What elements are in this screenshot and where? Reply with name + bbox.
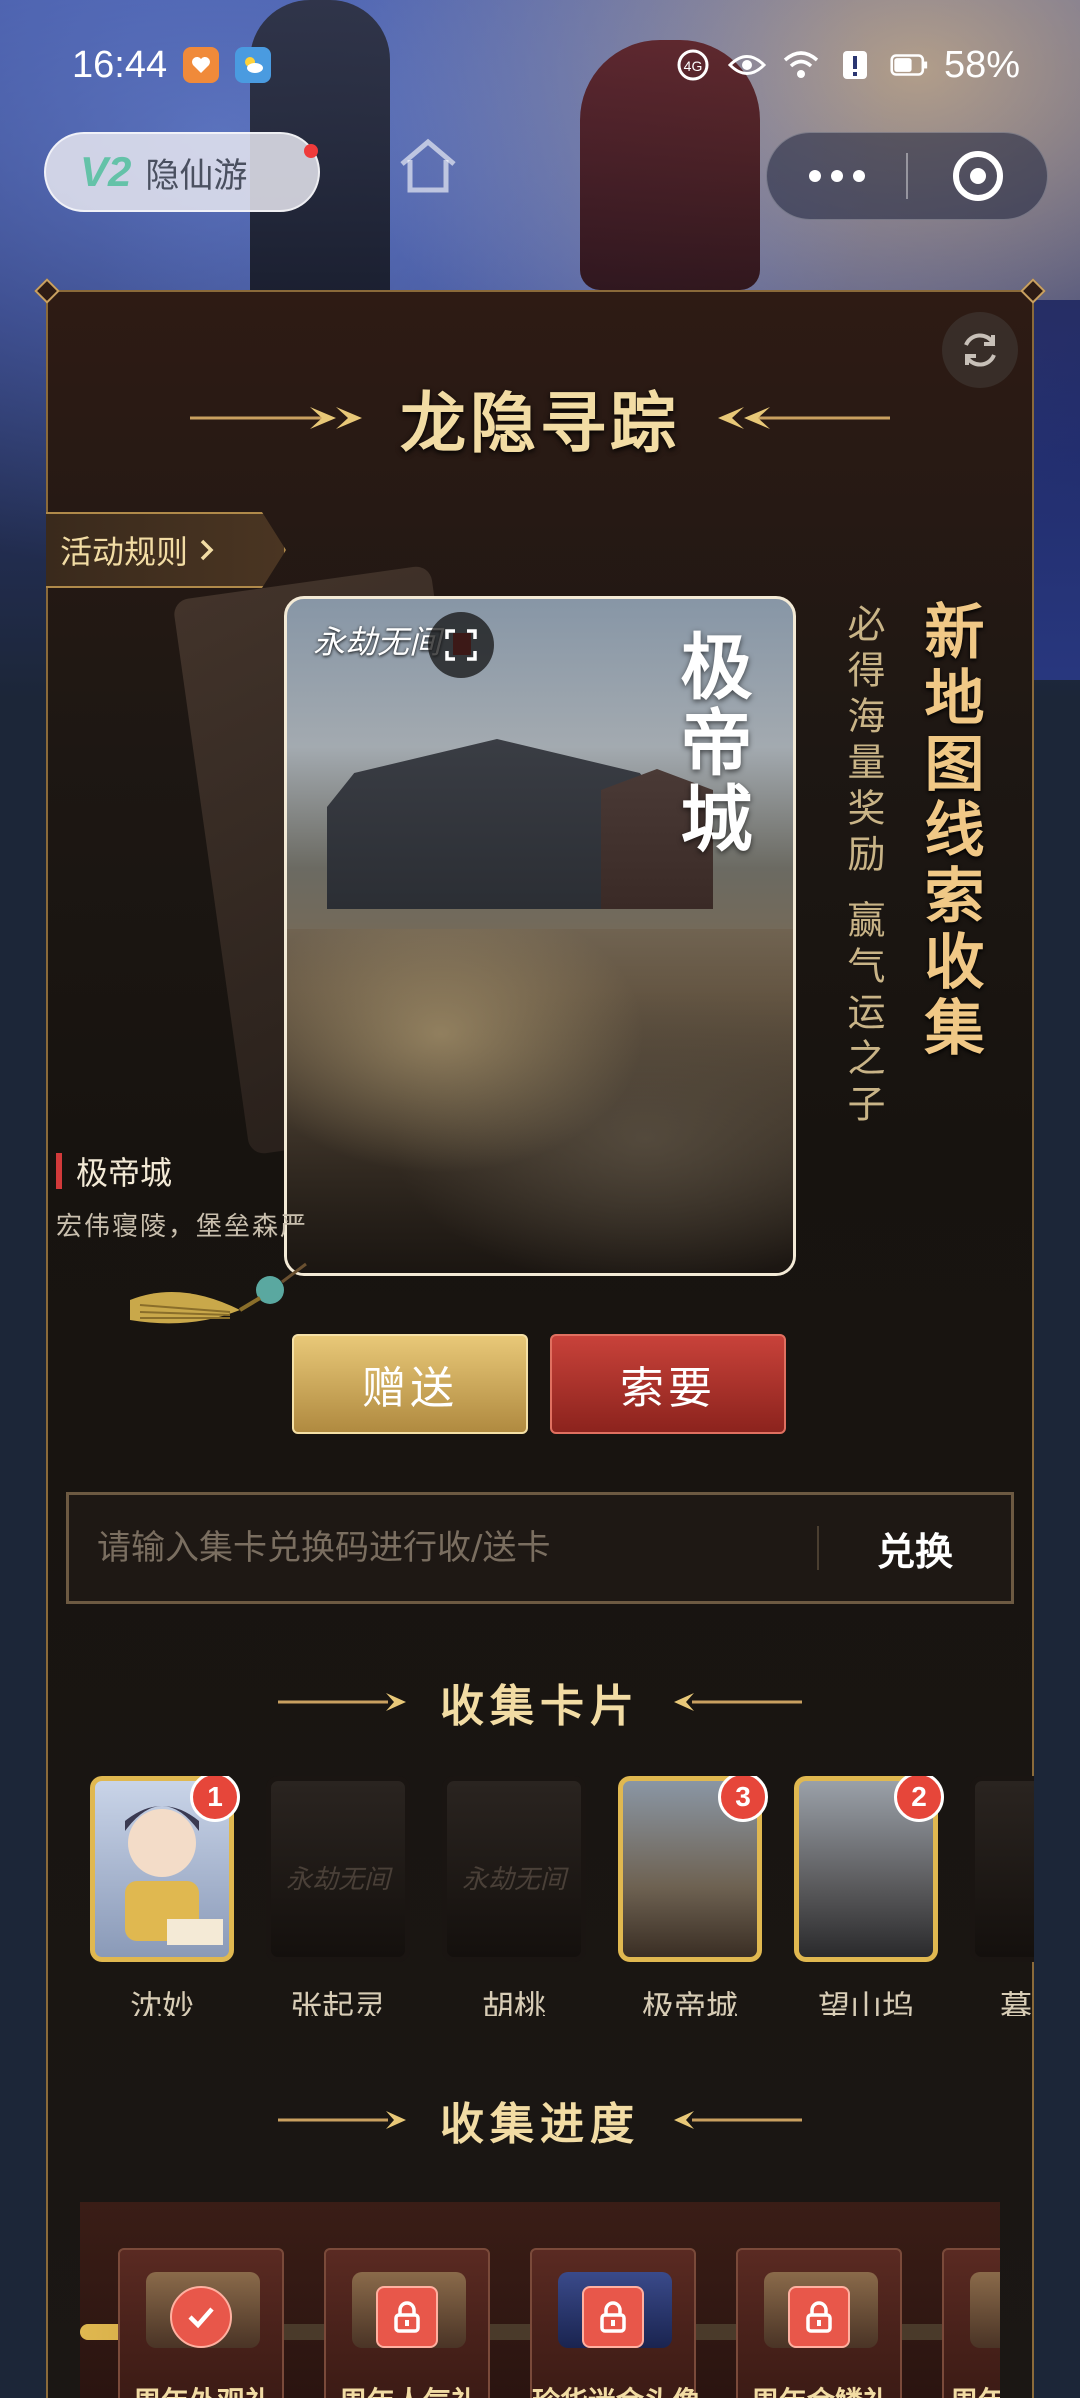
svg-text:4G: 4G bbox=[684, 58, 703, 74]
collect-cards-header: 收集卡片 bbox=[0, 1670, 1080, 1734]
redeem-button[interactable]: 兑换 bbox=[819, 1521, 1011, 1576]
reward-label: 周年外观礼 bbox=[120, 2380, 286, 2398]
lock-icon bbox=[788, 2286, 850, 2348]
target-icon bbox=[952, 151, 1003, 201]
more-icon bbox=[808, 170, 865, 182]
close-mini-program-button[interactable] bbox=[908, 133, 1047, 219]
card-artwork-ruins bbox=[287, 929, 793, 1273]
collect-cards-strip[interactable]: 沈妙 1 永劫无间 张起灵 永劫无间 胡桃 极帝城 3 望山坞 2 暮 bbox=[46, 1776, 1034, 2016]
request-card-button[interactable]: 索要 bbox=[550, 1334, 786, 1434]
collect-cards-title: 收集卡片 bbox=[440, 1681, 640, 1732]
game-logo: 永劫无间 bbox=[313, 623, 442, 661]
collect-progress-title: 收集进度 bbox=[440, 2099, 640, 2150]
featured-map-card[interactable]: 永劫无间 极帝城 bbox=[284, 596, 796, 1276]
weather-notification-icon bbox=[235, 47, 272, 83]
card-name: 极帝城 bbox=[76, 1154, 173, 1192]
section-left-ornament-icon bbox=[278, 2111, 406, 2129]
promo-subline: 必得海量奖励 赢气运之子 bbox=[841, 604, 885, 1131]
give-card-button[interactable]: 赠送 bbox=[292, 1334, 528, 1434]
version-badge: V2 bbox=[80, 148, 132, 195]
section-right-ornament-icon bbox=[674, 1693, 802, 1711]
lock-icon bbox=[376, 2286, 438, 2348]
expand-card-button[interactable] bbox=[428, 612, 494, 678]
home-icon[interactable] bbox=[392, 130, 464, 202]
mini-program-capsule bbox=[766, 132, 1048, 220]
section-left-ornament-icon bbox=[278, 1693, 406, 1711]
chevron-right-icon bbox=[200, 539, 214, 561]
reward-tier[interactable]: 周年金鳞礼 bbox=[736, 2248, 902, 2398]
fullscreen-icon bbox=[445, 629, 477, 661]
redeem-code-input[interactable] bbox=[69, 1495, 817, 1601]
reward-chest-image bbox=[970, 2272, 1000, 2348]
collect-card-hutao[interactable]: 永劫无间 bbox=[442, 1776, 586, 1962]
title-right-ornament-icon bbox=[718, 407, 890, 429]
wifi-icon bbox=[782, 48, 820, 82]
reward-label: 周年 bbox=[944, 2380, 1000, 2398]
card-subtitle: 宏伟寝陵，堡垒森严 bbox=[56, 1212, 309, 1242]
reward-label: 珍华迷金头像 bbox=[532, 2380, 698, 2398]
tassel-ornament bbox=[130, 1262, 307, 1324]
section-right-ornament-icon bbox=[674, 2111, 802, 2129]
eye-icon bbox=[727, 48, 766, 82]
battery-icon bbox=[890, 48, 928, 82]
reward-tier[interactable]: 周年人气礼 bbox=[324, 2248, 490, 2398]
claimed-check-icon bbox=[170, 2286, 232, 2348]
collect-card-label: 望山坞 bbox=[817, 1988, 914, 2016]
collect-card-label: 张起灵 bbox=[289, 1988, 386, 2016]
collect-progress-track: 周年外观礼 周年人气礼 珍华迷金头像 周年金鳞礼 周年 bbox=[80, 2202, 1000, 2398]
battery-level: 58% bbox=[943, 43, 1020, 86]
card-placeholder-logo: 永劫无间 bbox=[461, 1865, 566, 1895]
title-left-ornament-icon bbox=[190, 407, 362, 429]
reward-tier[interactable]: 珍华迷金头像 bbox=[530, 2248, 698, 2398]
collect-progress-header: 收集进度 bbox=[0, 2088, 1080, 2152]
status-bar: 16:44 4G 58% bbox=[0, 40, 1080, 90]
activity-rules-label: 活动规则 bbox=[60, 533, 189, 571]
card-vertical-title: 极帝城 bbox=[668, 629, 753, 857]
mini-program-switcher[interactable]: V2 隐仙游 bbox=[44, 132, 320, 212]
promo-headline: 新地图线索收集 bbox=[914, 600, 984, 1062]
hd-signal-icon: 4G bbox=[674, 48, 712, 82]
card-name-accent bbox=[56, 1153, 62, 1189]
redeem-code-bar: 兑换 bbox=[66, 1492, 1014, 1604]
collect-card-label: 胡桃 bbox=[481, 1988, 546, 2016]
page-title-row: 龙隐寻踪 bbox=[0, 370, 1080, 466]
more-button[interactable] bbox=[767, 133, 906, 219]
reward-tier[interactable]: 周年外观礼 bbox=[118, 2248, 284, 2398]
refresh-icon bbox=[964, 333, 996, 367]
alert-icon bbox=[836, 48, 874, 82]
reward-label: 周年人气礼 bbox=[326, 2380, 492, 2398]
card-placeholder-logo: 永劫无间 bbox=[285, 1865, 390, 1895]
card-name-row: 极帝城 bbox=[56, 1148, 172, 1194]
app-notification-icon bbox=[183, 47, 220, 83]
lock-icon bbox=[582, 2286, 644, 2348]
notification-dot bbox=[304, 144, 318, 158]
collect-card-label: 暮 bbox=[1000, 1988, 1033, 2016]
collect-card-label: 极帝城 bbox=[641, 1988, 738, 2016]
activity-rules-button[interactable]: 活动规则 bbox=[46, 512, 286, 588]
mini-program-name: 隐仙游 bbox=[145, 155, 248, 196]
status-time: 16:44 bbox=[72, 43, 168, 86]
reward-label: 周年金鳞礼 bbox=[738, 2380, 904, 2398]
collect-card-label: 沈妙 bbox=[129, 1988, 194, 2016]
collect-card-zhangqiling[interactable]: 永劫无间 bbox=[266, 1776, 410, 1962]
collect-card-partial[interactable] bbox=[970, 1776, 1034, 1962]
reward-tier[interactable]: 周年 bbox=[942, 2248, 1000, 2398]
page-title: 龙隐寻踪 bbox=[400, 384, 680, 462]
